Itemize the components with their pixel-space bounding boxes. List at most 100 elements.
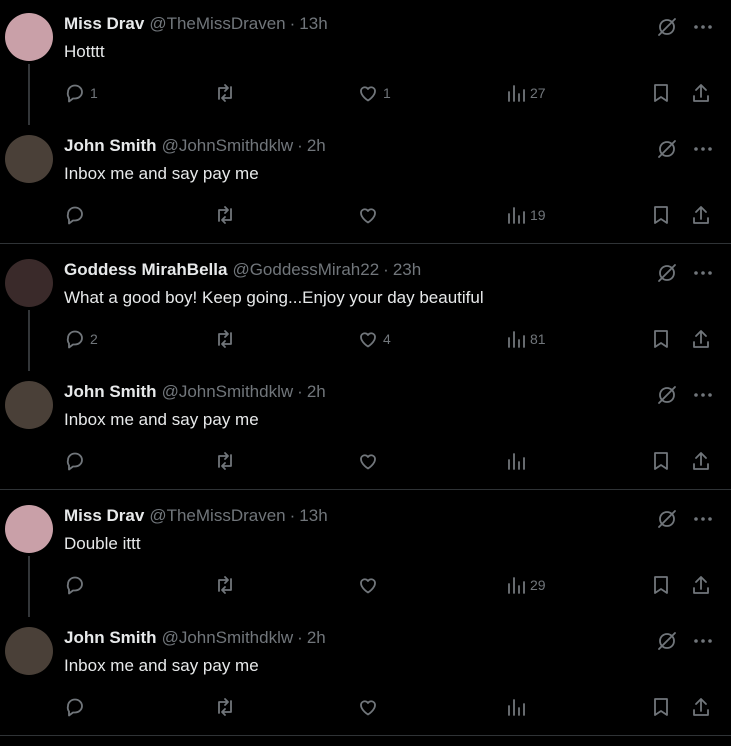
grok-icon[interactable]	[655, 15, 679, 44]
share-button[interactable]	[690, 574, 712, 596]
reply-icon	[64, 696, 86, 718]
share-button[interactable]	[690, 204, 712, 226]
bookmark-button[interactable]	[650, 450, 672, 472]
share-icon	[690, 82, 712, 104]
tweet[interactable]: Goddess MirahBella @GoddessMirah22 · 23h…	[0, 259, 731, 354]
views-button[interactable]: 29	[506, 574, 546, 596]
reply-button[interactable]	[64, 696, 90, 718]
grok-icon[interactable]	[655, 629, 679, 658]
more-icon[interactable]	[693, 263, 713, 288]
grok-icon[interactable]	[655, 137, 679, 166]
thread-line	[28, 556, 30, 617]
reply-button[interactable]	[64, 204, 90, 226]
views-button[interactable]: 27	[506, 82, 546, 104]
bookmark-button[interactable]	[650, 82, 672, 104]
like-button[interactable]: 1	[357, 82, 391, 104]
avatar[interactable]	[5, 135, 53, 183]
author-handle[interactable]: @JohnSmithdklw	[162, 136, 294, 156]
like-icon	[357, 696, 379, 718]
grok-icon[interactable]	[655, 383, 679, 412]
reply-button[interactable]: 1	[64, 82, 98, 104]
avatar[interactable]	[5, 13, 53, 61]
author-handle[interactable]: @TheMissDraven	[149, 506, 285, 526]
separator-dot: ·	[289, 506, 296, 525]
author-handle[interactable]: @GoddessMirah22	[232, 260, 379, 280]
author-handle[interactable]: @TheMissDraven	[149, 14, 285, 34]
bookmark-button[interactable]	[650, 204, 672, 226]
grok-icon[interactable]	[655, 261, 679, 290]
like-icon	[357, 450, 379, 472]
separator-dot: ·	[297, 628, 303, 647]
bookmark-button[interactable]	[650, 574, 672, 596]
share-icon	[690, 574, 712, 596]
timestamp[interactable]: 2h	[307, 628, 326, 648]
share-icon	[690, 204, 712, 226]
reply-button[interactable]: 2	[64, 328, 98, 350]
like-button[interactable]	[357, 204, 383, 226]
tweet-header: Miss Drav @TheMissDraven · 13h	[64, 13, 328, 35]
bookmark-button[interactable]	[650, 328, 672, 350]
tweet[interactable]: John Smith @JohnSmithdklw · 2h Inbox me …	[0, 381, 731, 476]
retweet-icon	[213, 204, 237, 226]
views-button[interactable]	[506, 450, 530, 472]
like-button[interactable]	[357, 450, 383, 472]
share-button[interactable]	[690, 328, 712, 350]
timestamp[interactable]: 23h	[393, 260, 421, 280]
tweet[interactable]: Miss Drav @TheMissDraven · 13h Double it…	[0, 505, 731, 600]
share-button[interactable]	[690, 696, 712, 718]
share-button[interactable]	[690, 450, 712, 472]
more-icon[interactable]	[693, 17, 713, 42]
retweet-button[interactable]	[213, 82, 241, 104]
author-handle[interactable]: @JohnSmithdklw	[162, 382, 294, 402]
like-icon	[357, 328, 379, 350]
avatar[interactable]	[5, 627, 53, 675]
more-icon[interactable]	[693, 509, 713, 534]
bookmark-button[interactable]	[650, 696, 672, 718]
more-icon[interactable]	[693, 139, 713, 164]
share-button[interactable]	[690, 82, 712, 104]
more-icon[interactable]	[693, 631, 713, 656]
views-icon	[506, 328, 526, 350]
retweet-button[interactable]	[213, 574, 241, 596]
tweet[interactable]: Miss Drav @TheMissDraven · 13h Hotttt 1	[0, 13, 731, 108]
timestamp[interactable]: 2h	[307, 136, 326, 156]
tweet-header: Goddess MirahBella @GoddessMirah22 · 23h	[64, 259, 421, 281]
author-name[interactable]: Goddess MirahBella	[64, 260, 227, 280]
like-button[interactable]	[357, 696, 383, 718]
avatar[interactable]	[5, 259, 53, 307]
author-name[interactable]: John Smith	[64, 628, 157, 648]
views-button[interactable]: 19	[506, 204, 546, 226]
author-name[interactable]: John Smith	[64, 382, 157, 402]
tweet-header: John Smith @JohnSmithdklw · 2h	[64, 627, 326, 649]
timestamp[interactable]: 13h	[299, 506, 327, 526]
reply-button[interactable]	[64, 574, 90, 596]
reply-button[interactable]	[64, 450, 90, 472]
like-button[interactable]: 4	[357, 328, 391, 350]
avatar[interactable]	[5, 381, 53, 429]
retweet-button[interactable]	[213, 328, 241, 350]
retweet-button[interactable]	[213, 204, 241, 226]
more-icon[interactable]	[693, 385, 713, 410]
avatar[interactable]	[5, 505, 53, 553]
tweet[interactable]: John Smith @JohnSmithdklw · 2h Inbox me …	[0, 135, 731, 230]
share-icon	[690, 696, 712, 718]
like-icon	[357, 574, 379, 596]
reply-icon	[64, 82, 86, 104]
like-icon	[357, 204, 379, 226]
timestamp[interactable]: 13h	[299, 14, 327, 34]
grok-icon[interactable]	[655, 507, 679, 536]
author-name[interactable]: Miss Drav	[64, 14, 144, 34]
views-button[interactable]: 81	[506, 328, 546, 350]
tweet[interactable]: John Smith @JohnSmithdklw · 2h Inbox me …	[0, 627, 731, 722]
views-count: 29	[530, 577, 546, 593]
views-button[interactable]	[506, 696, 530, 718]
like-button[interactable]	[357, 574, 383, 596]
retweet-button[interactable]	[213, 450, 241, 472]
timestamp[interactable]: 2h	[307, 382, 326, 402]
retweet-button[interactable]	[213, 696, 241, 718]
reply-icon	[64, 450, 86, 472]
author-name[interactable]: Miss Drav	[64, 506, 144, 526]
author-name[interactable]: John Smith	[64, 136, 157, 156]
author-handle[interactable]: @JohnSmithdklw	[162, 628, 294, 648]
views-count: 81	[530, 331, 546, 347]
